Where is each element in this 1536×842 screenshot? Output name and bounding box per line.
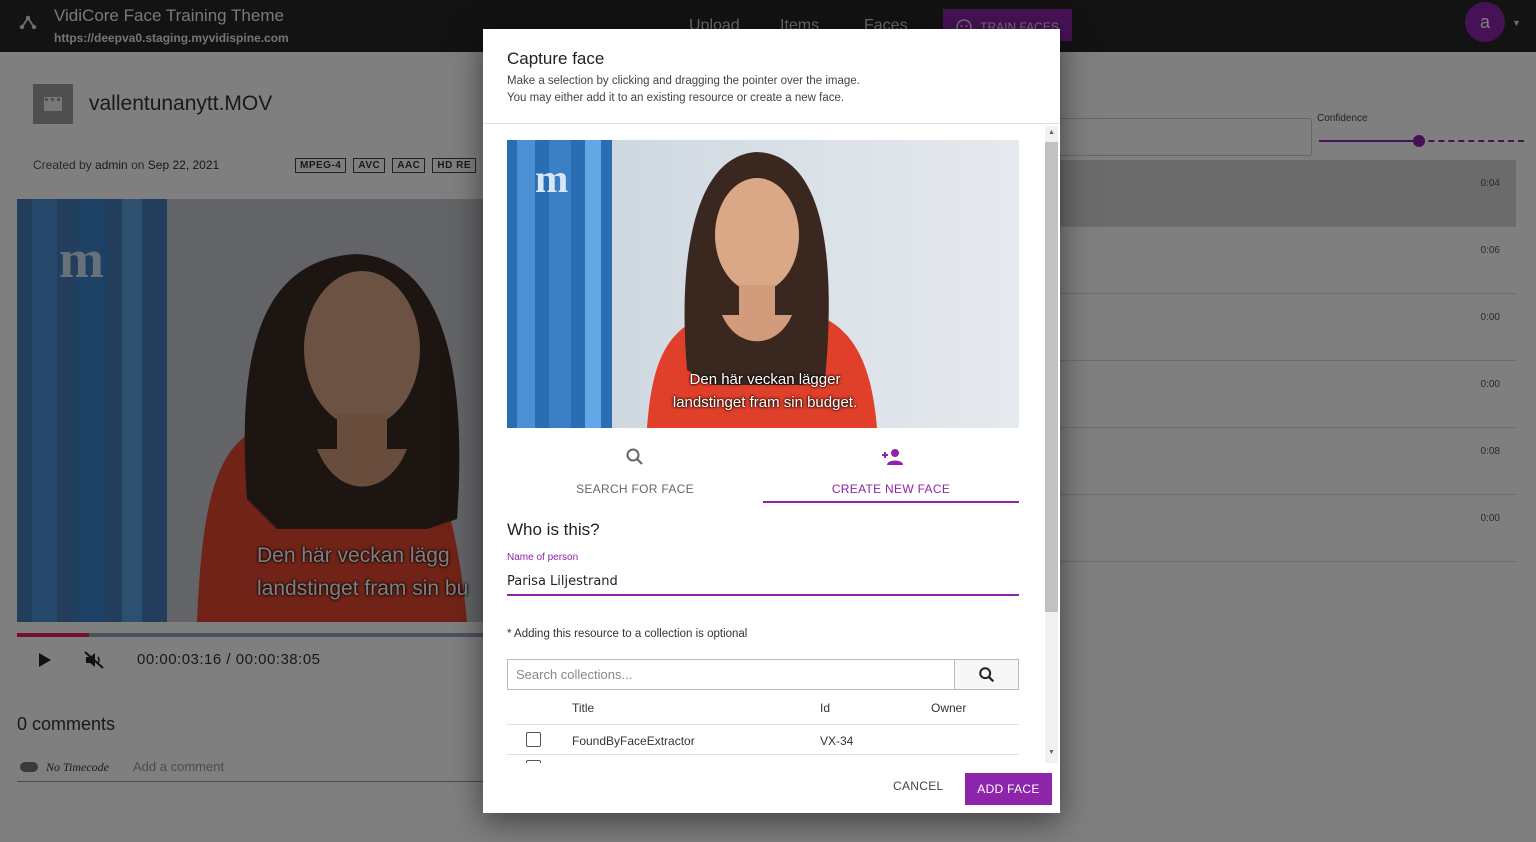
dialog-subtitle: Make a selection by clicking and draggin… (507, 75, 860, 87)
active-tab-indicator (763, 501, 1019, 503)
dialog-scrollbar-thumb[interactable] (1045, 142, 1058, 612)
who-heading: Who is this? (507, 520, 600, 539)
tab-create-label: CREATE NEW FACE (831, 482, 951, 496)
search-icon (978, 666, 994, 682)
collection-search-button[interactable] (954, 659, 1019, 690)
frame-subtitle: Den här veckan lägger landstinget fram s… (672, 371, 858, 411)
dialog-title: Capture face (507, 49, 605, 68)
name-of-person-label: Name of person (507, 552, 579, 563)
dialog-body: m Den här veckan lägger landstinget fram… (483, 124, 1060, 763)
svg-text:m: m (535, 156, 568, 201)
collection-search-input[interactable] (507, 659, 955, 690)
scroll-up-arrow-icon[interactable]: ▲ (1048, 129, 1055, 136)
tab-create-new-face[interactable]: CREATE NEW FACE (763, 442, 1019, 504)
tab-search-for-face[interactable]: SEARCH FOR FACE (507, 442, 763, 504)
column-header-id[interactable]: Id (820, 701, 830, 715)
collection-id: VX-34 (820, 734, 854, 748)
row-checkbox[interactable] (526, 760, 541, 763)
scroll-down-arrow-icon[interactable]: ▼ (1048, 749, 1055, 756)
table-divider (507, 724, 1019, 725)
row-checkbox[interactable] (526, 732, 541, 747)
collection-optional-note: * Adding this resource to a collection i… (507, 628, 748, 640)
cancel-button[interactable]: CANCEL (893, 779, 943, 793)
add-person-icon (882, 449, 903, 465)
capture-frame[interactable]: m Den här veckan lägger landstinget fram… (507, 140, 1019, 428)
search-icon (626, 448, 643, 465)
capture-face-dialog: Capture face Make a selection by clickin… (483, 29, 1060, 813)
dialog-subtitle: You may either add it to an existing res… (507, 92, 845, 104)
column-header-title[interactable]: Title (572, 701, 594, 715)
name-of-person-input[interactable] (507, 568, 1019, 596)
column-header-owner[interactable]: Owner (931, 701, 966, 715)
add-face-button[interactable]: ADD FACE (965, 773, 1052, 805)
tab-search-label: SEARCH FOR FACE (576, 482, 694, 496)
table-divider (507, 754, 1019, 755)
collection-title: FoundByFaceExtractor (572, 734, 695, 748)
